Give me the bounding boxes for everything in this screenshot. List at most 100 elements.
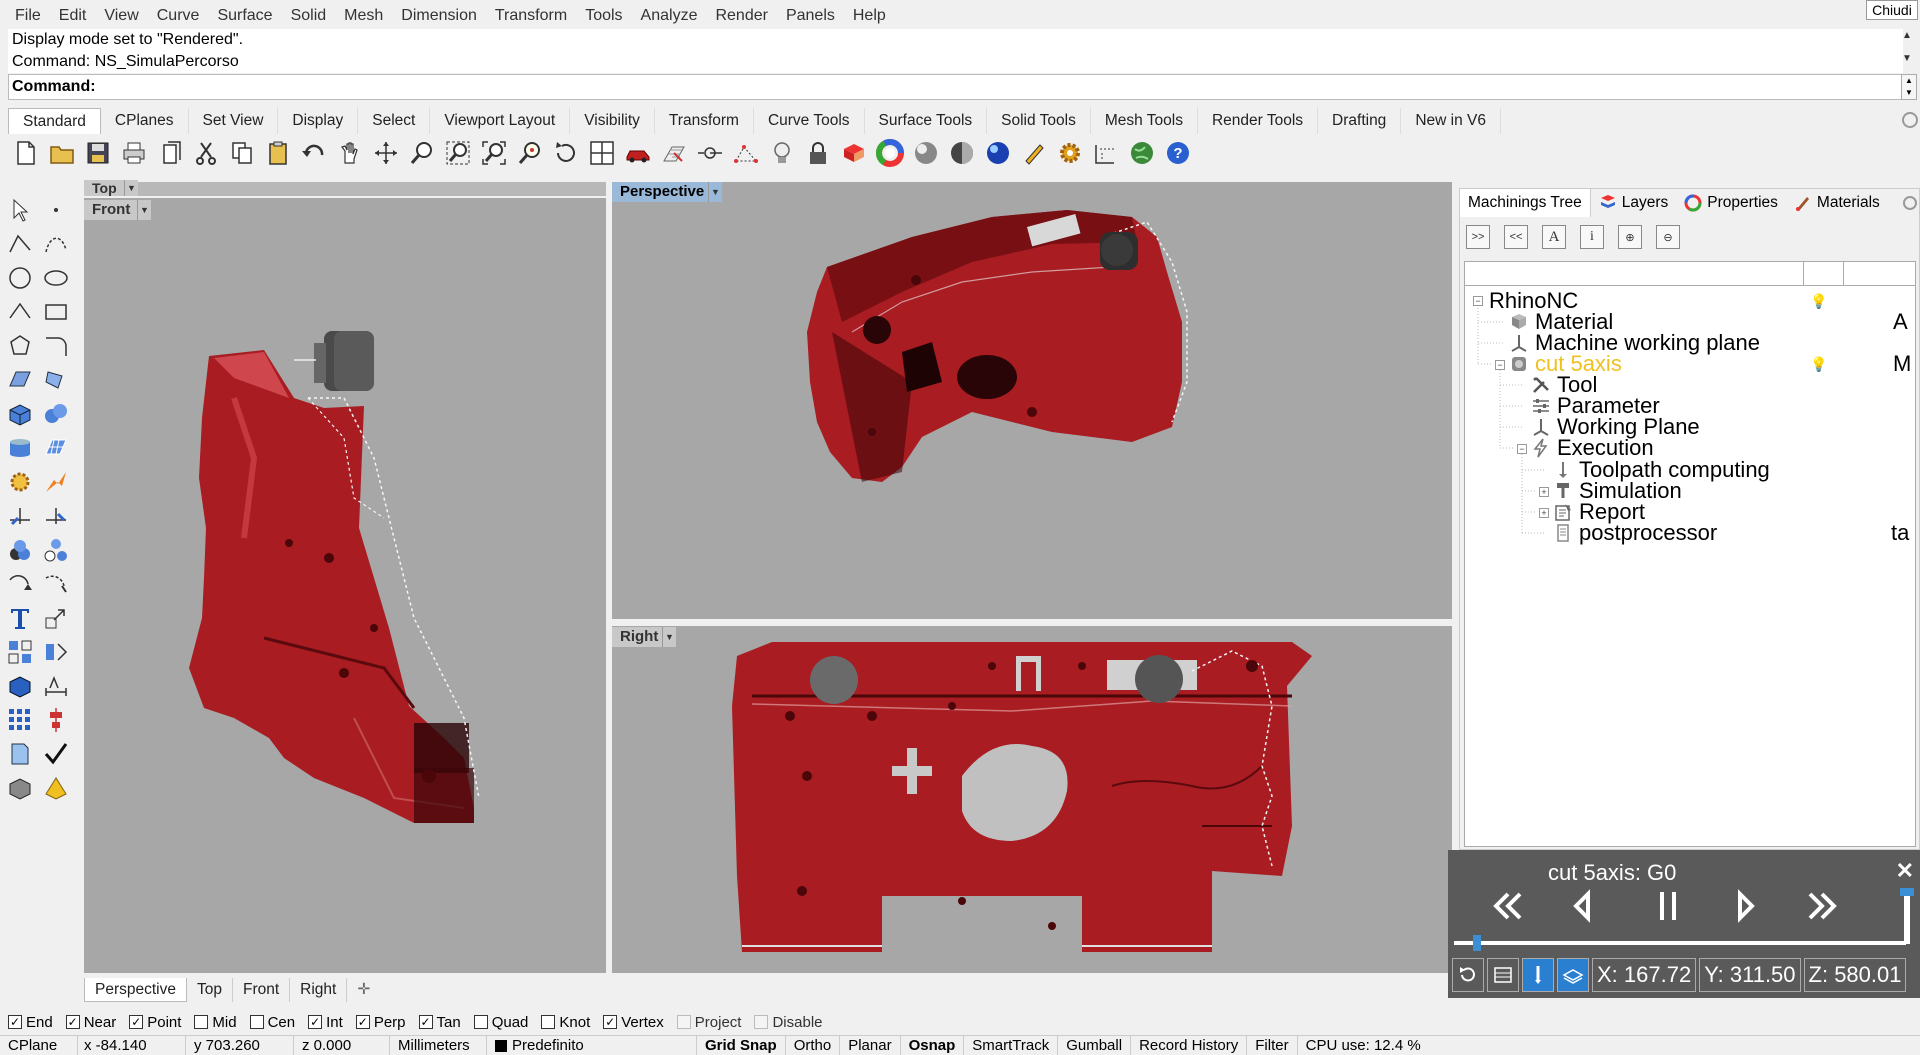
light-icon[interactable] [766, 137, 798, 169]
fillet-curve-icon[interactable] [40, 330, 72, 362]
units-status[interactable]: Millimeters [390, 1035, 487, 1055]
tab-right[interactable]: Right [290, 978, 348, 1002]
chevron-down-icon[interactable]: ▼ [662, 627, 676, 647]
analyze-icon[interactable] [4, 738, 36, 770]
polyline-icon[interactable] [4, 228, 36, 260]
pause-icon[interactable] [1648, 886, 1688, 926]
circle-icon[interactable] [4, 262, 36, 294]
text-icon[interactable] [4, 602, 36, 634]
menu-dimension[interactable]: Dimension [392, 7, 486, 25]
material-icon[interactable] [838, 137, 870, 169]
close-button[interactable]: Chiudi [1866, 0, 1918, 20]
scale-icon[interactable] [40, 602, 72, 634]
explode-icon[interactable] [40, 466, 72, 498]
right-viewport[interactable] [612, 626, 1452, 973]
help-icon[interactable]: ? [1162, 137, 1194, 169]
tab-cplanes[interactable]: CPlanes [101, 108, 189, 134]
layer-status[interactable]: Predefinito [487, 1035, 697, 1055]
smarttrack-toggle[interactable]: SmartTrack [964, 1035, 1059, 1055]
menu-mesh[interactable]: Mesh [335, 7, 392, 25]
chevron-down-icon[interactable]: ▼ [137, 200, 151, 220]
dimension-icon[interactable] [1090, 137, 1122, 169]
osnap-knot[interactable]: Knot [541, 1014, 590, 1031]
menu-view[interactable]: View [95, 7, 147, 25]
osnap-end[interactable]: ✓ End [8, 1014, 53, 1031]
grid-snap-toggle[interactable]: Grid Snap [697, 1035, 786, 1055]
rotate-view-icon[interactable] [370, 137, 402, 169]
lightbulb-icon[interactable]: 💡 [1810, 356, 1827, 373]
tab-mesh-tools[interactable]: Mesh Tools [1091, 108, 1198, 134]
history-scrollbar[interactable]: ▲ ▼ [1898, 30, 1916, 72]
front-viewport-label[interactable]: Front [84, 200, 141, 220]
car-icon[interactable] [622, 137, 654, 169]
checkbox-perp[interactable]: ✓ [355, 1015, 370, 1029]
menu-solid[interactable]: Solid [282, 7, 336, 25]
osnap-tan[interactable]: ✓ Tan [418, 1014, 461, 1031]
command-input[interactable] [101, 78, 1802, 96]
ungroup-icon[interactable] [40, 534, 72, 566]
chevron-down-icon[interactable]: ▼ [708, 182, 722, 202]
import-icon[interactable] [154, 137, 186, 169]
tab-new-in-v6[interactable]: New in V6 [1401, 108, 1501, 134]
align-icon[interactable] [40, 704, 72, 736]
planar-toggle[interactable]: Planar [840, 1035, 901, 1055]
tab-display[interactable]: Display [278, 108, 359, 134]
check-icon[interactable] [40, 738, 72, 770]
tab-perspective[interactable]: Perspective [84, 978, 187, 1002]
checkbox-knot[interactable] [541, 1015, 556, 1029]
checkbox-quad[interactable] [473, 1015, 488, 1029]
tab-settings-gear-icon[interactable] [1902, 112, 1918, 128]
pyramid-icon[interactable] [40, 772, 72, 804]
osnap-mid[interactable]: Mid [194, 1014, 237, 1031]
filter-toggle[interactable]: Filter [1247, 1035, 1298, 1055]
checkbox-int[interactable]: ✓ [308, 1015, 323, 1029]
expand-all-icon[interactable]: >> [1466, 225, 1490, 249]
panel-settings-gear-icon[interactable] [1903, 196, 1917, 210]
tab-curve-tools[interactable]: Curve Tools [754, 108, 865, 134]
step-back-icon[interactable] [1564, 886, 1604, 926]
rotate-icon[interactable] [550, 137, 582, 169]
checkbox-cen[interactable] [249, 1015, 264, 1029]
menu-transform[interactable]: Transform [486, 7, 576, 25]
layers-visibility-icon[interactable] [1557, 958, 1589, 992]
menu-surface[interactable]: Surface [208, 7, 281, 25]
gumball-toggle[interactable]: Gumball [1058, 1035, 1132, 1055]
copy-icon[interactable] [226, 137, 258, 169]
speed-slider-thumb[interactable] [1900, 888, 1914, 896]
render-sphere-icon[interactable] [946, 137, 978, 169]
new-icon[interactable] [10, 137, 42, 169]
orient-icon[interactable] [40, 568, 72, 600]
menu-curve[interactable]: Curve [148, 7, 209, 25]
checkbox-end[interactable]: ✓ [8, 1015, 22, 1029]
checkbox-point[interactable]: ✓ [129, 1015, 144, 1029]
surface-icon[interactable] [4, 364, 36, 396]
osnap-near[interactable]: ✓ Near [65, 1014, 116, 1031]
top-viewport-label[interactable]: Top [84, 180, 127, 196]
pan-icon[interactable] [334, 137, 366, 169]
right-viewport-label[interactable]: Right [612, 627, 669, 647]
stock-icon[interactable] [1487, 958, 1519, 992]
step-forward-icon[interactable] [1724, 886, 1764, 926]
menu-file[interactable]: File [6, 7, 50, 25]
tab-standard[interactable]: Standard [8, 108, 101, 134]
checkbox-project[interactable] [676, 1015, 691, 1029]
boolean-union-icon[interactable] [40, 398, 72, 430]
menu-help[interactable]: Help [844, 7, 895, 25]
zoom-in-icon[interactable]: ⊕ [1618, 225, 1642, 249]
simulation-progress-thumb[interactable] [1472, 935, 1481, 951]
osnap-int[interactable]: ✓ Int [308, 1014, 343, 1031]
tab-top[interactable]: Top [187, 978, 233, 1002]
solid-box-icon[interactable] [4, 670, 36, 702]
perspective-viewport[interactable] [612, 182, 1452, 619]
globe-icon[interactable] [1126, 137, 1158, 169]
tab-layers[interactable]: Layers [1591, 189, 1677, 217]
select-arrow-icon[interactable] [4, 194, 36, 226]
osnap-cen[interactable]: Cen [249, 1014, 295, 1031]
grid-array-icon[interactable] [4, 704, 36, 736]
checkbox-mid[interactable] [194, 1015, 209, 1029]
menu-edit[interactable]: Edit [50, 7, 96, 25]
tab-select[interactable]: Select [358, 108, 431, 134]
print-icon[interactable] [118, 137, 150, 169]
command-spinner[interactable]: ▲ ▼ [1901, 74, 1917, 100]
box-icon[interactable] [4, 398, 36, 430]
